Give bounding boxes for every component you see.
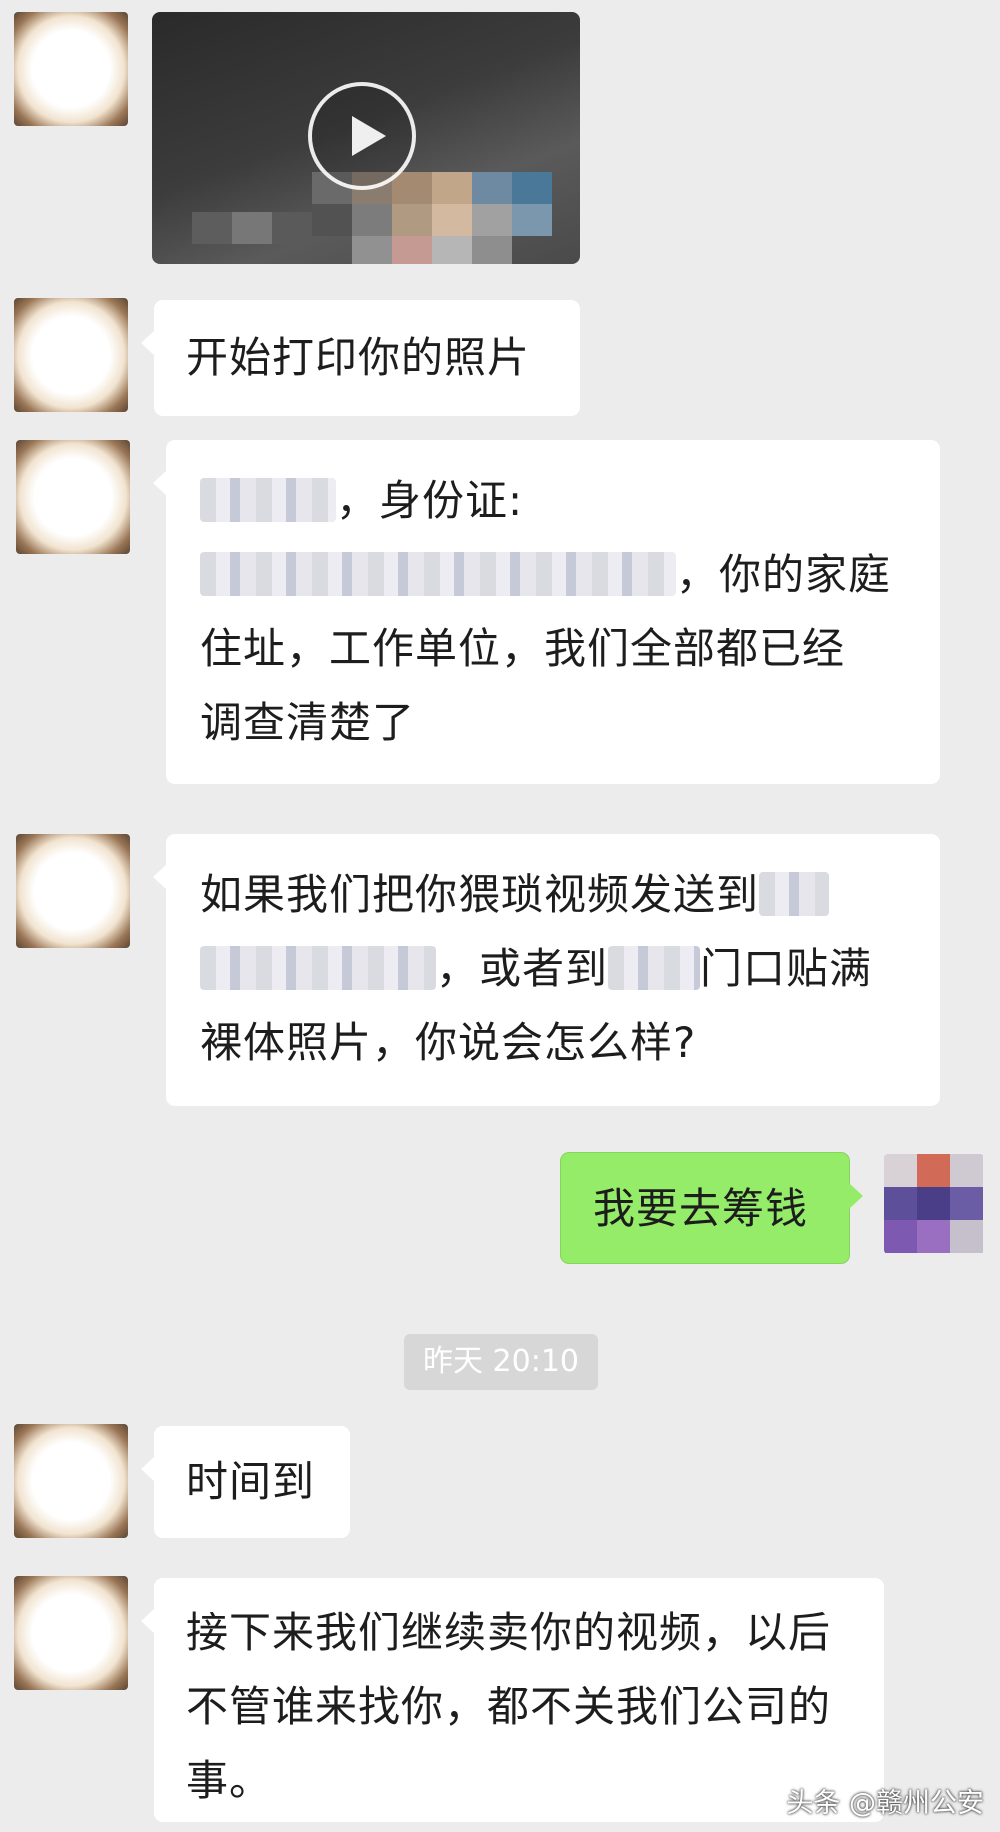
message-text: 接下来我们继续卖你的视频，以后 xyxy=(186,1608,832,1657)
video-mosaic-block xyxy=(472,172,512,204)
chat-timestamp: 昨天 20:10 xyxy=(404,1334,598,1390)
video-mosaic-block xyxy=(192,212,232,244)
video-mosaic-block xyxy=(472,204,512,236)
play-icon[interactable] xyxy=(308,82,416,190)
redacted-id-number xyxy=(200,551,676,596)
redacted-target xyxy=(200,945,436,990)
message-bubble[interactable]: 如果我们把你猥琐视频发送到 ，或者到 门口贴满 裸体照片，你说会怎么样? xyxy=(153,834,940,1106)
message-bubble[interactable]: 开始打印你的照片 xyxy=(141,300,580,416)
message-line: ，身份证: xyxy=(200,464,940,538)
message-text: 事。 xyxy=(186,1756,273,1805)
video-mosaic-block xyxy=(272,212,312,244)
video-mosaic-block xyxy=(392,204,432,236)
message-text: 门口贴满 xyxy=(700,944,873,993)
message-text: 裸体照片，你说会怎么样? xyxy=(200,1018,697,1067)
video-message[interactable] xyxy=(152,12,580,264)
message-text: ，或者到 xyxy=(436,944,609,993)
message-text: 如果我们把你猥琐视频发送到 xyxy=(200,870,760,919)
message-text: 调查清楚了 xyxy=(200,698,416,747)
video-mosaic-block xyxy=(352,204,392,236)
video-mosaic-block xyxy=(352,236,392,264)
user-avatar[interactable] xyxy=(884,1154,984,1254)
message-text: 我要去筹钱 xyxy=(593,1184,809,1233)
video-mosaic-block xyxy=(512,204,552,236)
video-mosaic-block xyxy=(312,204,352,236)
video-mosaic-block xyxy=(232,212,272,244)
message-text: ，你的家庭 xyxy=(676,550,892,599)
contact-avatar[interactable] xyxy=(16,440,130,554)
message-text: 开始打印你的照片 xyxy=(186,333,531,382)
contact-avatar[interactable] xyxy=(14,1424,128,1538)
redacted-name xyxy=(200,477,336,522)
video-mosaic-block xyxy=(472,236,512,264)
redacted-target xyxy=(759,871,830,916)
contact-avatar[interactable] xyxy=(16,834,130,948)
message-bubble[interactable]: 时间到 xyxy=(141,1426,350,1538)
message-bubble[interactable]: ，身份证: ，你的家庭 住址，工作单位，我们全部都已经 调查清楚了 xyxy=(153,440,940,784)
video-mosaic-block xyxy=(432,236,472,264)
message-line: ，你的家庭 xyxy=(200,538,940,612)
message-text: 时间到 xyxy=(186,1457,316,1506)
contact-avatar[interactable] xyxy=(14,298,128,412)
video-mosaic-block xyxy=(512,172,552,204)
contact-avatar[interactable] xyxy=(14,12,128,126)
video-mosaic-block xyxy=(392,172,432,204)
video-mosaic-block xyxy=(432,172,472,204)
message-text: ，身份证: xyxy=(336,476,524,525)
message-line: ，或者到 门口贴满 xyxy=(200,932,940,1006)
message-text: 住址，工作单位，我们全部都已经 xyxy=(200,624,846,673)
message-bubble[interactable]: 接下来我们继续卖你的视频，以后 不管谁来找你，都不关我们公司的 事。 xyxy=(141,1578,884,1822)
message-text: 不管谁来找你，都不关我们公司的 xyxy=(186,1682,832,1731)
redacted-place xyxy=(608,945,701,990)
video-mosaic-block xyxy=(392,236,432,264)
contact-avatar[interactable] xyxy=(14,1576,128,1690)
message-bubble-outgoing[interactable]: 我要去筹钱 xyxy=(560,1152,863,1264)
source-watermark: 头条 @赣州公安 xyxy=(786,1788,984,1819)
video-mosaic-block xyxy=(432,204,472,236)
message-line: 如果我们把你猥琐视频发送到 xyxy=(200,858,940,932)
